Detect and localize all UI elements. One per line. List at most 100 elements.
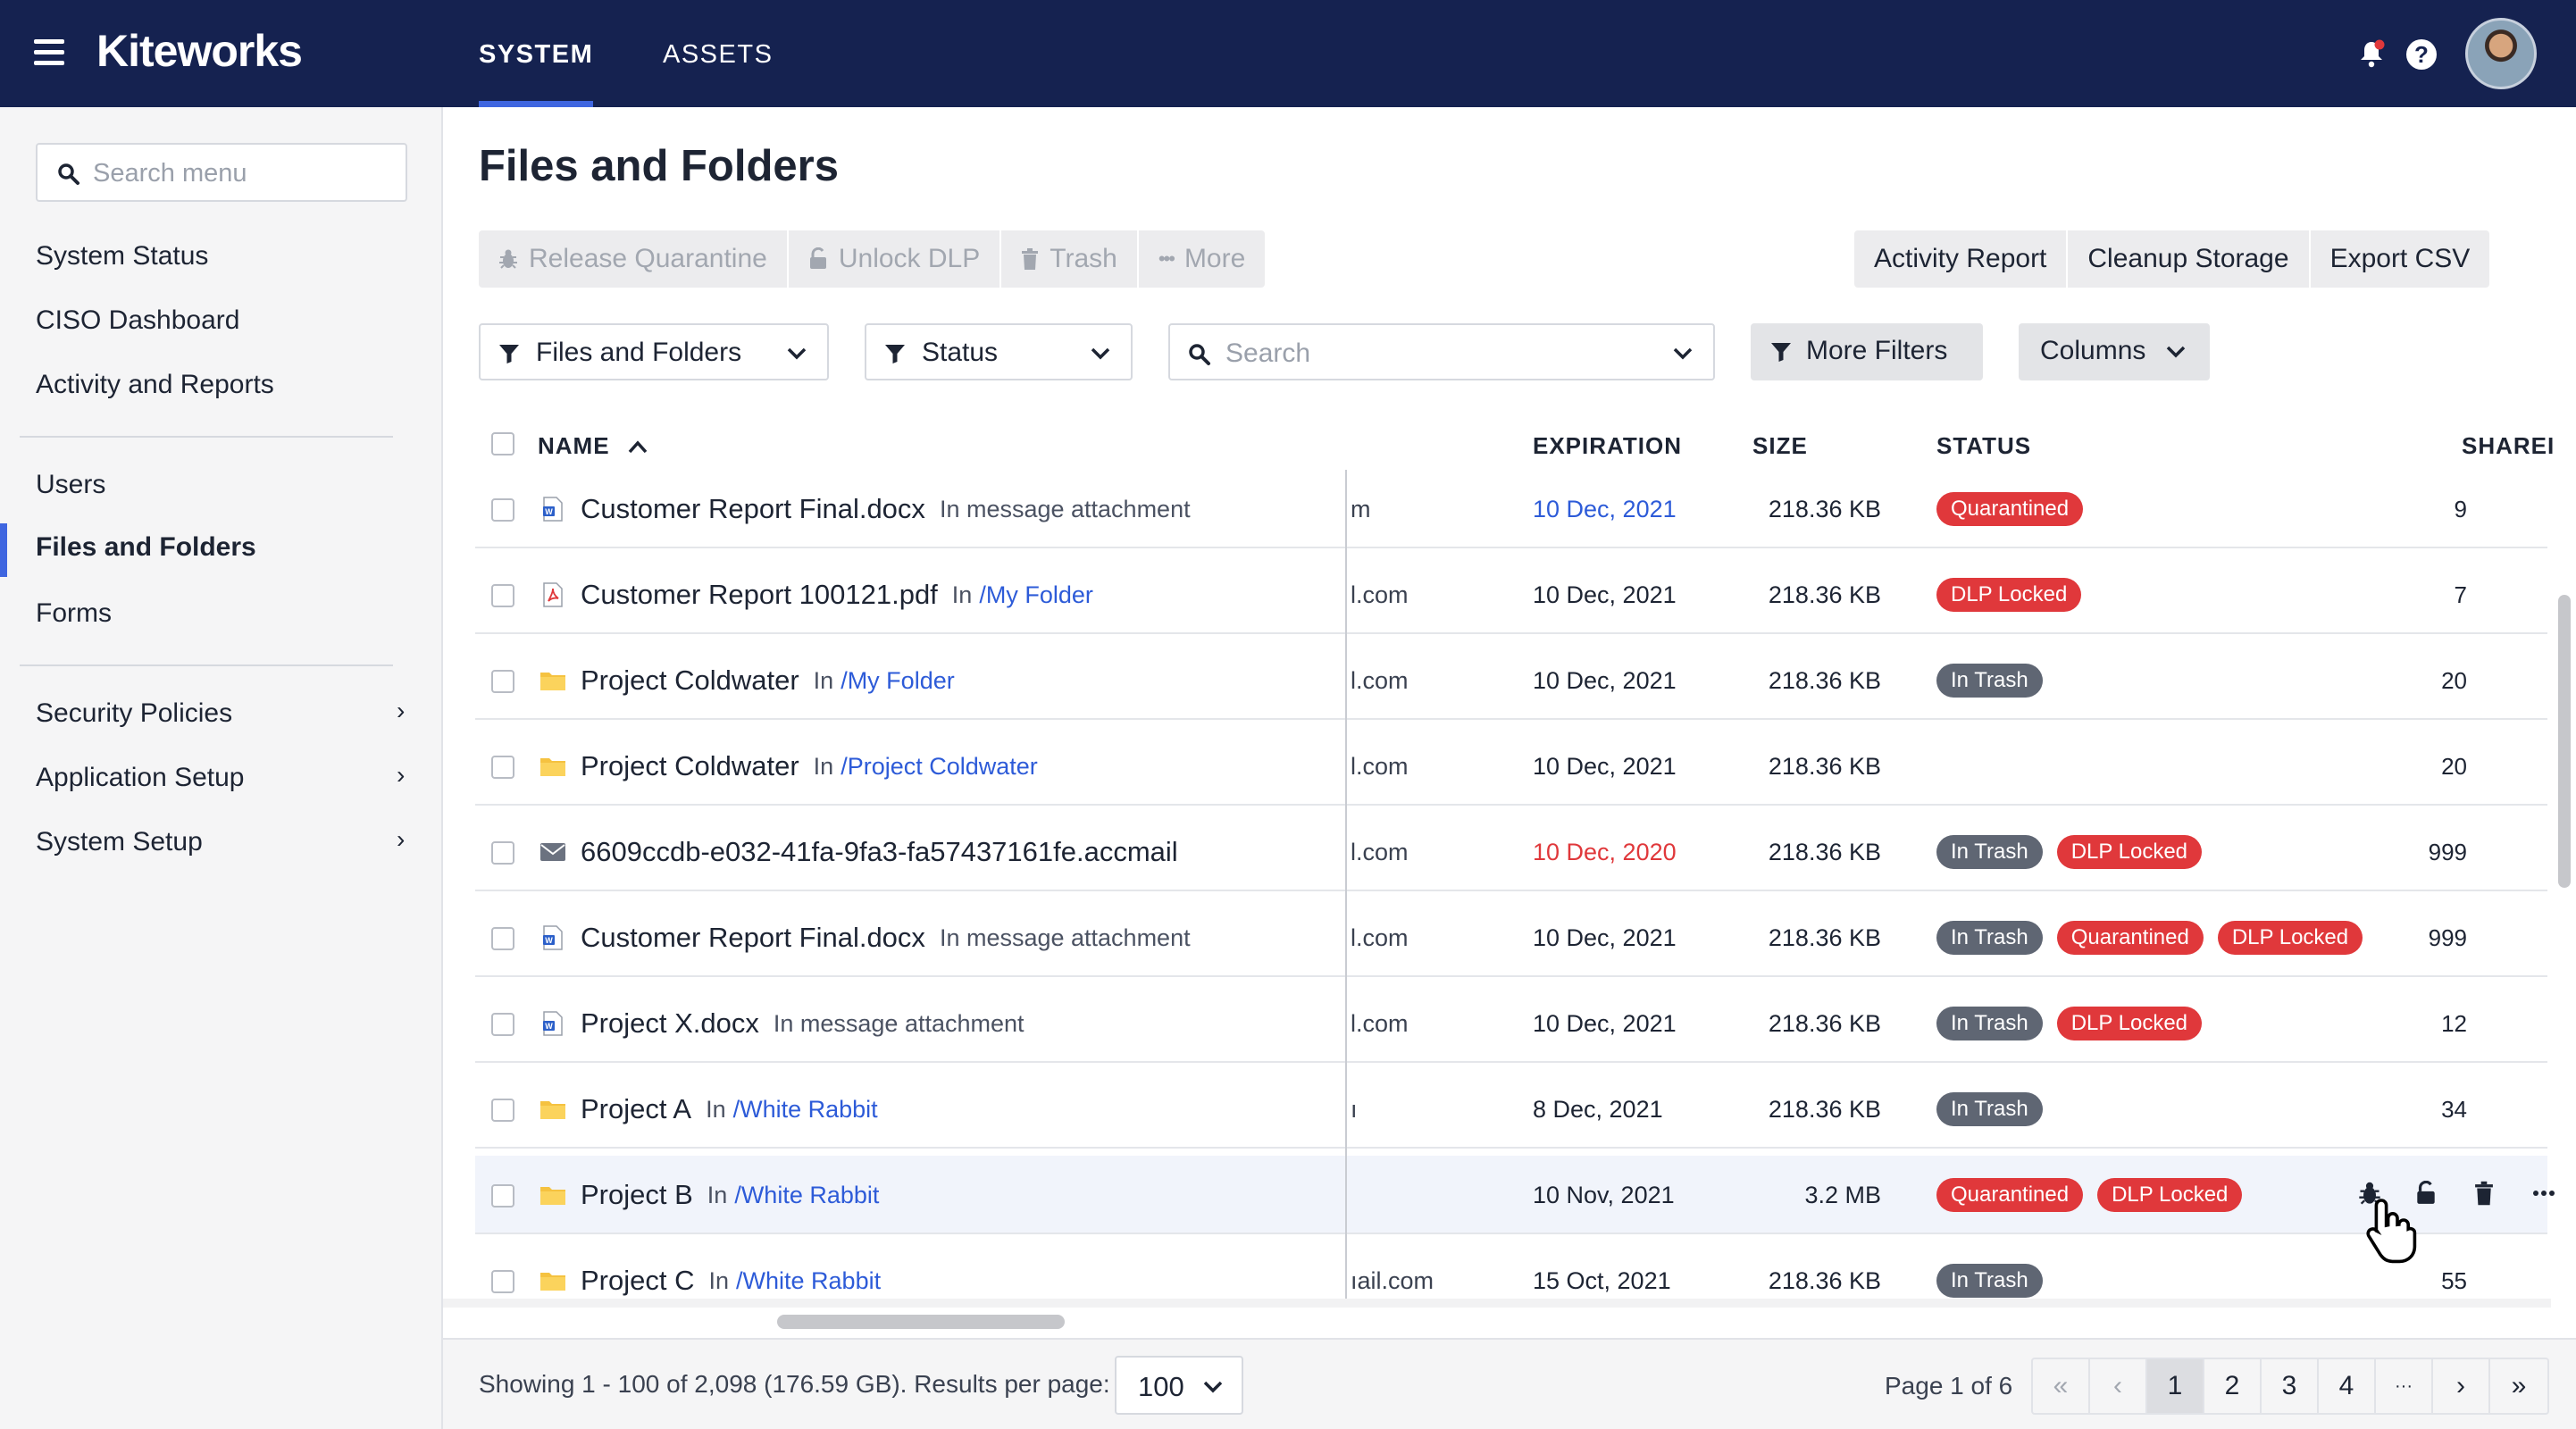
sidebar-item-application-setup[interactable]: Application Setup — [36, 763, 245, 793]
type-filter-dropdown[interactable]: Files and Folders — [479, 323, 829, 380]
next-page-icon[interactable]: › — [2433, 1359, 2490, 1413]
owner-cell: ıail.com — [1351, 1266, 1434, 1294]
folder-path-link[interactable]: /White Rabbit — [733, 1096, 878, 1124]
folder-path-link[interactable]: /White Rabbit — [736, 1267, 881, 1295]
export-csv-button[interactable]: Export CSV — [2311, 230, 2490, 288]
file-name[interactable]: Project A — [581, 1093, 691, 1125]
row-checkbox[interactable] — [491, 1013, 514, 1036]
hamburger-menu-icon[interactable] — [34, 39, 64, 66]
trash-button[interactable]: Trash — [1001, 230, 1139, 288]
row-checkbox[interactable] — [491, 498, 514, 522]
table-row[interactable]: W Customer Report Final.docx In message at… — [475, 470, 2547, 548]
column-header-name[interactable]: NAME — [538, 432, 648, 460]
results-per-page-select[interactable]: 100 — [1115, 1356, 1243, 1415]
row-checkbox[interactable] — [491, 841, 514, 865]
sidebar-item-users[interactable]: Users — [36, 470, 105, 500]
folder-path-link[interactable]: /My Folder — [979, 581, 1093, 609]
sidebar-item-ciso-dashboard[interactable]: CISO Dashboard — [36, 305, 239, 336]
table-row[interactable]: Project B In/White Rabbit 10 Nov, 2021 3.2 … — [475, 1156, 2555, 1264]
search-input[interactable] — [1225, 336, 1636, 372]
menu-search-input[interactable] — [93, 155, 397, 191]
page-button-2[interactable]: 2 — [2204, 1359, 2262, 1413]
file-name[interactable]: Project Coldwater — [581, 664, 799, 697]
page-button-3[interactable]: 3 — [2262, 1359, 2319, 1413]
row-checkbox[interactable] — [491, 1270, 514, 1293]
row-checkbox[interactable] — [491, 756, 514, 779]
row-checkbox[interactable] — [491, 670, 514, 693]
file-name[interactable]: Project B — [581, 1179, 693, 1211]
last-page-icon[interactable]: » — [2490, 1359, 2547, 1413]
table-row[interactable]: Project Coldwater In/My Folder l.com 10 Dec… — [475, 641, 2547, 720]
sidebar-item-activity-and-reports[interactable]: Activity and Reports — [36, 370, 274, 400]
sidebar-item-system-setup[interactable]: System Setup — [36, 827, 203, 857]
table-row[interactable]: Project Coldwater In/Project Coldwater l.c… — [475, 727, 2547, 806]
row-checkbox[interactable] — [491, 584, 514, 607]
tab-system[interactable]: SYSTEM — [479, 0, 594, 107]
table-row[interactable]: Project C In/White Rabbit ıail.com 15 Oct, … — [475, 1241, 2547, 1308]
column-header-size[interactable]: SIZE — [1752, 432, 1808, 460]
file-name[interactable]: Project Coldwater — [581, 750, 799, 782]
name-cell: Project Coldwater In/Project Coldwater — [538, 727, 1038, 806]
file-name[interactable]: Project X.docx — [581, 1007, 759, 1040]
kiteworks-logo[interactable]: Kiteworks — [96, 25, 303, 77]
status-badge: Quarantined — [1936, 492, 2084, 526]
table-row[interactable]: Project A In/White Rabbit ı 8 Dec, 2021 218.… — [475, 1070, 2547, 1149]
page-button-1[interactable]: 1 — [2147, 1359, 2204, 1413]
column-header-status[interactable]: STATUS — [1936, 432, 2031, 460]
file-name[interactable]: Customer Report 100121.pdf — [581, 579, 938, 611]
chevron-down-icon[interactable] — [1672, 343, 1694, 364]
row-checkbox[interactable] — [491, 927, 514, 950]
more-actions-button[interactable]: ••• More — [1139, 230, 1265, 288]
columns-button[interactable]: Columns — [2019, 323, 2210, 380]
horizontal-scrollbar-track[interactable] — [443, 1299, 2551, 1308]
file-location-note: In message attachment — [939, 923, 1191, 951]
unlock-dlp-button[interactable]: Unlock DLP — [789, 230, 1002, 288]
svg-text:W: W — [545, 1022, 553, 1031]
sidebar-item-security-policies[interactable]: Security Policies — [36, 698, 232, 729]
release-quarantine-label: Release Quarantine — [529, 244, 767, 273]
frozen-column-divider — [1345, 470, 1347, 1300]
sidebar-item-system-status[interactable]: System Status — [36, 241, 208, 272]
table-row[interactable]: W Customer Report Final.docx In message at… — [475, 898, 2547, 977]
status-filter-dropdown[interactable]: Status — [865, 323, 1133, 380]
select-all-checkbox[interactable] — [491, 432, 514, 455]
expiration-cell: 8 Dec, 2021 — [1533, 1095, 1663, 1123]
user-avatar[interactable] — [2465, 18, 2537, 89]
column-header-expiration[interactable]: EXPIRATION — [1533, 432, 1682, 460]
folder-path-link[interactable]: /My Folder — [841, 667, 955, 695]
size-cell: 218.36 KB — [1768, 1095, 1881, 1123]
file-name[interactable]: 6609ccdb-e032-41fa-9fa3-fa57437161fe.acc… — [581, 836, 1178, 868]
row-checkbox[interactable] — [491, 1099, 514, 1122]
tab-assets[interactable]: ASSETS — [663, 0, 773, 107]
svg-text:W: W — [545, 507, 553, 516]
more-icon[interactable] — [2531, 1181, 2556, 1210]
activity-report-button[interactable]: Activity Report — [1854, 230, 2069, 288]
table-row[interactable]: Customer Report 100121.pdf In/My Folder l.… — [475, 556, 2547, 634]
horizontal-scrollbar-thumb[interactable] — [777, 1315, 1065, 1329]
more-filters-button[interactable]: More Filters — [1751, 323, 1983, 380]
first-page-icon[interactable]: « — [2033, 1359, 2090, 1413]
cleanup-storage-button[interactable]: Cleanup Storage — [2068, 230, 2311, 288]
sidebar-item-files-and-folders[interactable]: Files and Folders — [36, 532, 256, 563]
status-badge: DLP Locked — [2097, 1178, 2243, 1212]
shared-count-cell: 55 — [2441, 1266, 2467, 1294]
row-checkbox[interactable] — [491, 1184, 514, 1208]
file-name[interactable]: Customer Report Final.docx — [581, 493, 925, 525]
release-quarantine-button[interactable]: Release Quarantine — [479, 230, 789, 288]
page-button-4[interactable]: 4 — [2319, 1359, 2376, 1413]
folder-path-link[interactable]: /Project Coldwater — [841, 753, 1038, 781]
trash-icon[interactable] — [2474, 1181, 2494, 1210]
previous-page-icon[interactable]: ‹ — [2090, 1359, 2147, 1413]
table-row[interactable]: W Project X.docx In message attachment l.co… — [475, 984, 2547, 1063]
help-icon[interactable]: ? — [2406, 39, 2437, 70]
vertical-scrollbar-thumb[interactable] — [2558, 595, 2571, 888]
folder-path-link[interactable]: /White Rabbit — [734, 1182, 879, 1209]
table-row[interactable]: 6609ccdb-e032-41fa-9fa3-fa57437161fe.acc… — [475, 813, 2547, 891]
expiration-cell: 10 Dec, 2021 — [1533, 1009, 1677, 1037]
file-name[interactable]: Customer Report Final.docx — [581, 922, 925, 954]
file-name[interactable]: Project C — [581, 1265, 694, 1297]
column-header-shared[interactable]: SHAREI — [2462, 432, 2555, 460]
notification-bell-icon[interactable] — [2358, 39, 2385, 68]
sidebar-item-forms[interactable]: Forms — [36, 598, 112, 629]
pagination-ellipsis[interactable]: ··· — [2376, 1359, 2433, 1413]
